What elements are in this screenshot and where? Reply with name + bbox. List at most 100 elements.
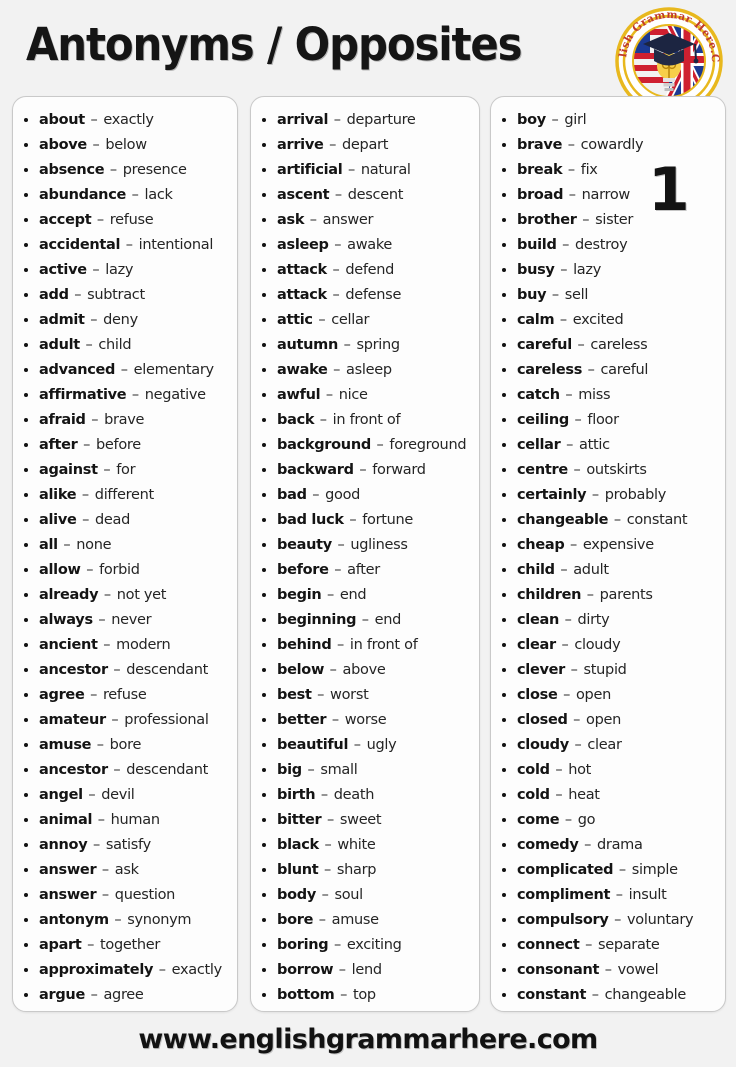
antonym-opposite: devil [101,787,135,803]
antonym-separator: – [546,112,564,128]
antonym-pair: backward – forward [251,457,479,482]
antonym-separator: – [555,312,572,328]
antonym-pair: active – lazy [13,257,237,282]
antonym-pair: cold – hot [491,757,725,782]
antonym-word: brother [517,212,577,228]
antonym-pair: behind – in front of [251,632,479,657]
antonym-pair: beauty – ugliness [251,532,479,557]
antonym-separator: – [339,337,356,353]
antonym-pair: attack – defend [251,257,479,282]
antonym-word: bottom [277,987,335,1003]
antonym-pair: amateur – professional [13,707,237,732]
antonym-word: clean [517,612,560,628]
antonym-word: broad [517,187,564,203]
antonym-pair: child – adult [491,557,725,582]
antonym-separator: – [105,162,122,178]
antonym-word: backward [277,462,354,478]
antonym-separator: – [154,962,171,978]
antonym-opposite: expensive [582,537,654,553]
antonym-opposite: vowel [617,962,659,978]
antonym-opposite: refuse [109,212,154,228]
antonym-word: buy [517,287,547,303]
antonym-word: centre [517,462,568,478]
antonym-opposite: lazy [105,262,134,278]
antonym-word: come [517,812,560,828]
antonym-opposite: sharp [336,862,377,878]
antonym-opposite: insult [628,887,667,903]
antonym-separator: – [106,712,124,728]
antonym-separator: – [93,812,110,828]
antonym-pair: advanced – elementary [13,357,237,382]
antonym-separator: – [92,212,109,228]
antonym-pair: cold – heat [491,782,725,807]
antonym-pair: background – foreground [251,432,479,457]
antonym-word: build [517,237,557,253]
antonym-pair: absence – presence [13,157,237,182]
antonym-pair: bitter – sweet [251,807,479,832]
antonym-opposite: constant [626,512,688,528]
antonym-separator: – [85,687,102,703]
antonym-pair: asleep – awake [251,232,479,257]
antonym-word: artificial [277,162,343,178]
antonym-pair: cellar – attic [491,432,725,457]
antonym-pair: begin – end [251,582,479,607]
antonym-opposite: girl [564,112,587,128]
antonym-word: best [277,687,312,703]
antonym-pair: close – open [491,682,725,707]
antonym-word: clear [517,637,556,653]
antonym-word: certainly [517,487,587,503]
antonym-opposite: clear [587,737,622,753]
antonym-opposite: elementary [133,362,215,378]
antonym-opposite: for [116,462,136,478]
antonym-word: accept [39,212,92,228]
antonym-word: beautiful [277,737,349,753]
antonym-word: complicated [517,862,614,878]
antonym-opposite: forward [372,462,426,478]
antonym-opposite: cowardly [580,137,644,153]
antonym-separator: – [81,562,99,578]
antonym-separator: – [563,162,580,178]
antonym-pair: borrow – lend [251,957,479,982]
antonym-word: approximately [39,962,154,978]
antonym-word: better [277,712,327,728]
antonym-separator: – [343,162,360,178]
antonym-separator: – [127,187,144,203]
antonym-separator: – [587,487,604,503]
antonym-separator: – [82,937,99,953]
antonym-separator: – [600,962,617,978]
antonym-separator: – [77,512,94,528]
antonym-opposite: ask [114,862,139,878]
antonym-word: awake [277,362,328,378]
antonym-separator: – [69,287,87,303]
antonym-opposite: after [347,562,380,578]
antonym-separator: – [332,537,350,553]
antonym-opposite: voluntary [627,912,694,928]
antonym-pair: affirmative – negative [13,382,237,407]
antonym-word: apart [39,937,82,953]
antonym-opposite: heat [568,787,600,803]
antonym-pair: against – for [13,457,237,482]
antonym-opposite: sell [564,287,589,303]
antonym-pair: complicated – simple [491,857,725,882]
antonym-separator: – [550,787,568,803]
antonym-opposite: different [94,487,154,503]
antonym-separator: – [334,962,351,978]
antonym-opposite: exactly [171,962,223,978]
antonym-separator: – [550,762,568,778]
antonym-separator: – [83,787,101,803]
antonym-separator: – [314,912,331,928]
antonym-pair: bad – good [251,482,479,507]
antonym-word: allow [39,562,81,578]
antonym-word: already [39,587,99,603]
antonym-separator: – [354,462,372,478]
antonym-opposite: small [320,762,358,778]
antonym-separator: – [322,812,339,828]
antonym-pair: answer – ask [13,857,237,882]
antonym-opposite: exciting [346,937,402,953]
antonym-separator: – [85,312,103,328]
antonym-separator: – [577,212,595,228]
antonym-pair: careless – careful [491,357,725,382]
antonym-opposite: agree [103,987,144,1003]
antonym-word: birth [277,787,316,803]
page-number: 1 [648,155,690,225]
